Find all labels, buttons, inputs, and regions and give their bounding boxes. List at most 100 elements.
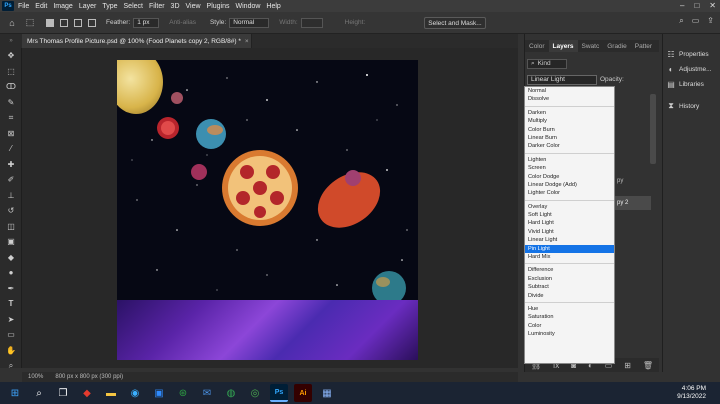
intersect-selection-icon[interactable] <box>88 18 96 27</box>
blend-mode-item[interactable]: Color Dodge <box>525 173 614 181</box>
menu-layer[interactable]: Layer <box>79 3 97 10</box>
blur-tool-icon[interactable]: ◆ <box>0 250 22 266</box>
menu-edit[interactable]: Edit <box>35 3 47 10</box>
blend-mode-item[interactable]: Vivid Light <box>525 228 614 236</box>
blend-mode-select[interactable]: Linear Light <box>527 74 597 85</box>
history-brush-tool-icon[interactable]: ↺ <box>0 203 22 219</box>
blend-mode-item[interactable]: Luminosity <box>525 330 614 338</box>
width-input[interactable] <box>300 17 323 28</box>
system-clock[interactable]: 4:06 PM 9/13/2022 <box>677 385 706 401</box>
blend-mode-item[interactable]: Color Burn <box>525 126 614 134</box>
menu-select[interactable]: Select <box>124 3 143 10</box>
add-selection-icon[interactable] <box>60 18 68 27</box>
zoom-tool-icon[interactable]: ⌕ <box>0 358 22 374</box>
menu-window[interactable]: Window <box>236 3 261 10</box>
chrome-icon[interactable]: ◍ <box>222 384 240 402</box>
new-selection-icon[interactable] <box>46 18 54 27</box>
app-taskbar-icon[interactable]: ▦ <box>318 384 336 402</box>
edge-icon[interactable]: ◉ <box>126 384 144 402</box>
eyedropper-tool-icon[interactable]: ⁄ <box>0 141 22 157</box>
blend-mode-item[interactable]: Lighten <box>525 156 614 164</box>
blend-mode-item[interactable]: Screen <box>525 164 614 172</box>
app-icon[interactable]: ◆ <box>78 384 96 402</box>
blend-mode-item[interactable]: Hard Light <box>525 219 614 227</box>
photoshop-taskbar-icon[interactable]: Ps <box>270 384 288 402</box>
blend-mode-item[interactable]: Pin Light <box>525 244 614 254</box>
menu-3d[interactable]: 3D <box>171 3 180 10</box>
blend-mode-item[interactable]: Multiply <box>525 117 614 125</box>
feather-input[interactable]: 1 px <box>133 17 160 28</box>
search-icon[interactable]: ⌕ <box>30 384 48 402</box>
eraser-tool-icon[interactable]: ◫ <box>0 219 22 235</box>
panel-scrollbar[interactable] <box>650 94 656 164</box>
blend-mode-item[interactable]: Darker Color <box>525 142 614 150</box>
style-select[interactable]: Normal <box>229 17 270 28</box>
close-icon[interactable]: ✕ <box>709 1 716 10</box>
windows-start-icon[interactable]: ⊞ <box>6 384 24 402</box>
blend-mode-item[interactable]: Linear Burn <box>525 134 614 142</box>
tab-gradients[interactable]: Gradie <box>603 40 631 52</box>
blend-mode-item[interactable]: Hue <box>525 305 614 313</box>
path-select-tool-icon[interactable]: ➤ <box>0 312 22 328</box>
minimize-icon[interactable]: – <box>680 1 684 10</box>
blend-mode-item[interactable]: Darken <box>525 109 614 117</box>
menu-filter[interactable]: Filter <box>149 3 165 10</box>
tab-color[interactable]: Color <box>525 40 549 52</box>
select-and-mask-button[interactable]: Select and Mask... <box>424 17 486 29</box>
crop-tool-icon[interactable]: ⌗ <box>0 110 22 126</box>
selected-layer-name[interactable]: py 2 <box>617 200 628 206</box>
canvas-area[interactable] <box>22 48 518 368</box>
panel-libraries[interactable]: ▤ Libraries <box>667 80 704 89</box>
brush-tool-icon[interactable]: ✐ <box>0 172 22 188</box>
store-icon[interactable]: ▣ <box>150 384 168 402</box>
blend-mode-item[interactable]: Difference <box>525 266 614 274</box>
tab-swatches[interactable]: Swatc <box>578 40 604 52</box>
antialias-checkbox[interactable]: Anti-alias <box>169 19 196 26</box>
menu-plugins[interactable]: Plugins <box>207 3 230 10</box>
blend-mode-item[interactable]: Saturation <box>525 313 614 321</box>
panel-properties[interactable]: ☷ Properties <box>667 50 708 59</box>
artwork-image[interactable] <box>117 60 418 360</box>
illustrator-taskbar-icon[interactable]: Ai <box>294 384 312 402</box>
document-tab[interactable]: Mrs Thomas Profile Picture.psd @ 100% (F… <box>22 34 252 48</box>
blend-mode-item[interactable]: Linear Light <box>525 236 614 244</box>
blend-mode-item[interactable]: Subtract <box>525 283 614 291</box>
tab-layers[interactable]: Layers <box>548 40 578 52</box>
blend-mode-item[interactable]: Divide <box>525 292 614 300</box>
dodge-tool-icon[interactable]: ● <box>0 265 22 281</box>
menu-type[interactable]: Type <box>102 3 117 10</box>
clone-stamp-tool-icon[interactable]: ⊥ <box>0 188 22 204</box>
marquee-tool-icon[interactable]: ⬚ <box>0 64 22 80</box>
marquee-preset-icon[interactable]: ⬚ <box>24 17 36 29</box>
healing-brush-tool-icon[interactable]: ✚ <box>0 157 22 173</box>
task-view-icon[interactable]: ❐ <box>54 384 72 402</box>
zoom-level[interactable]: 100% <box>28 374 43 380</box>
menu-view[interactable]: View <box>186 3 201 10</box>
shape-tool-icon[interactable]: ▭ <box>0 327 22 343</box>
tab-patterns[interactable]: Patter <box>631 40 656 52</box>
spotify-icon[interactable]: ◎ <box>246 384 264 402</box>
new-layer-icon[interactable]: ⊞ <box>624 361 631 370</box>
menu-image[interactable]: Image <box>53 3 72 10</box>
gradient-tool-icon[interactable]: ▣ <box>0 234 22 250</box>
hand-tool-icon[interactable]: ✋ <box>0 343 22 359</box>
outlook-icon[interactable]: ✉ <box>198 384 216 402</box>
layer-name-fragment[interactable]: py <box>617 178 623 184</box>
search-icon[interactable]: ⌕ <box>679 16 683 26</box>
blend-mode-item[interactable]: Hard Mix <box>525 253 614 261</box>
type-tool-icon[interactable]: T <box>0 296 22 312</box>
blend-mode-item[interactable]: Soft Light <box>525 211 614 219</box>
pen-tool-icon[interactable]: ✒ <box>0 281 22 297</box>
blend-mode-item[interactable]: Overlay <box>525 203 614 211</box>
blend-mode-item[interactable]: Dissolve <box>525 95 614 103</box>
delete-layer-icon[interactable]: 🗑 <box>643 361 653 370</box>
file-explorer-icon[interactable]: ▬ <box>102 384 120 402</box>
blend-mode-item[interactable]: Linear Dodge (Add) <box>525 181 614 189</box>
home-icon[interactable]: ⌂ <box>6 17 18 29</box>
subtract-selection-icon[interactable] <box>74 18 82 27</box>
blend-mode-item[interactable]: Color <box>525 322 614 330</box>
panel-adjustments[interactable]: ◐ Adjustme... <box>667 65 712 74</box>
blend-mode-item[interactable]: Normal <box>525 87 614 95</box>
toolbar-collapse-icon[interactable]: » <box>0 34 22 48</box>
close-tab-icon[interactable]: × <box>245 38 249 45</box>
